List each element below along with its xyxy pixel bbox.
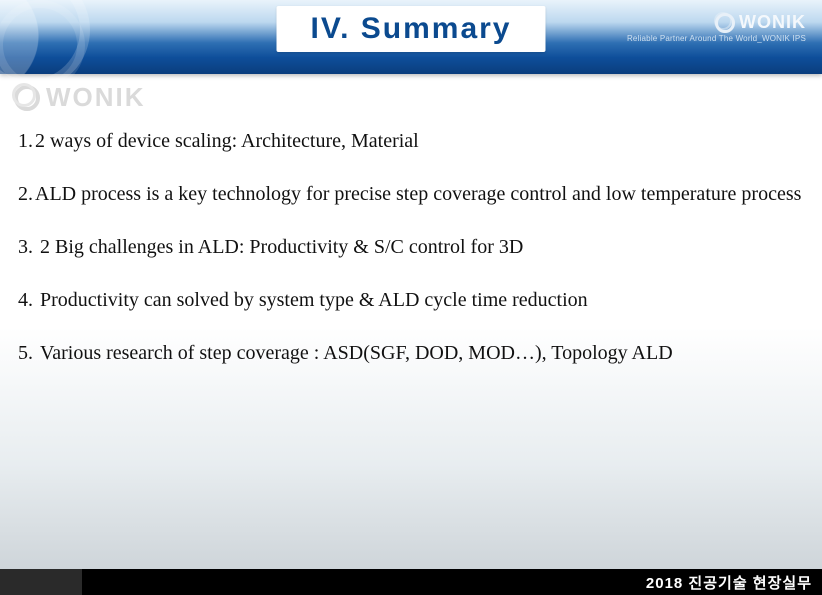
watermark-logo: WONIK [14,82,146,113]
brand-block: WONIK Reliable Partner Around The World_… [627,12,806,43]
header-decoration [0,0,120,140]
brand-tagline: Reliable Partner Around The World_WONIK … [627,34,806,43]
slide-root: IV. Summary WONIK Reliable Partner Aroun… [0,0,822,595]
brand-ring-icon [715,13,735,33]
slide-title: IV. Summary [311,12,512,46]
watermark-brand-name: WONIK [46,82,146,113]
item-number: 2. [18,181,35,208]
brand-logo: WONIK [627,12,806,33]
item-text: Various research of step coverage : ASD(… [40,340,804,367]
item-number: 3. [18,234,35,261]
list-item: 4. Productivity can solved by system typ… [18,287,804,314]
item-number: 4. [18,287,35,314]
item-text: Productivity can solved by system type &… [40,287,804,314]
item-text: ALD process is a key technology for prec… [35,181,804,208]
item-text: 2 ways of device scaling: Architecture, … [35,128,804,155]
title-box: IV. Summary [277,6,546,52]
list-item: 5. Various research of step coverage : A… [18,340,804,367]
list-item: 1. 2 ways of device scaling: Architectur… [18,128,804,155]
list-item: 3. 2 Big challenges in ALD: Productivity… [18,234,804,261]
header-band: IV. Summary WONIK Reliable Partner Aroun… [0,0,822,74]
footer-text: 2018 진공기술 현장실무 [646,572,812,593]
item-number: 1. [18,128,35,155]
footer-left-cap [0,569,82,595]
item-number: 5. [18,340,35,367]
brand-name: WONIK [739,12,806,33]
summary-list: 1. 2 ways of device scaling: Architectur… [18,128,804,393]
list-item: 2. ALD process is a key technology for p… [18,181,804,208]
watermark-ring-icon [14,85,40,111]
footer-bar: 2018 진공기술 현장실무 [0,569,822,595]
item-text: 2 Big challenges in ALD: Productivity & … [40,234,804,261]
